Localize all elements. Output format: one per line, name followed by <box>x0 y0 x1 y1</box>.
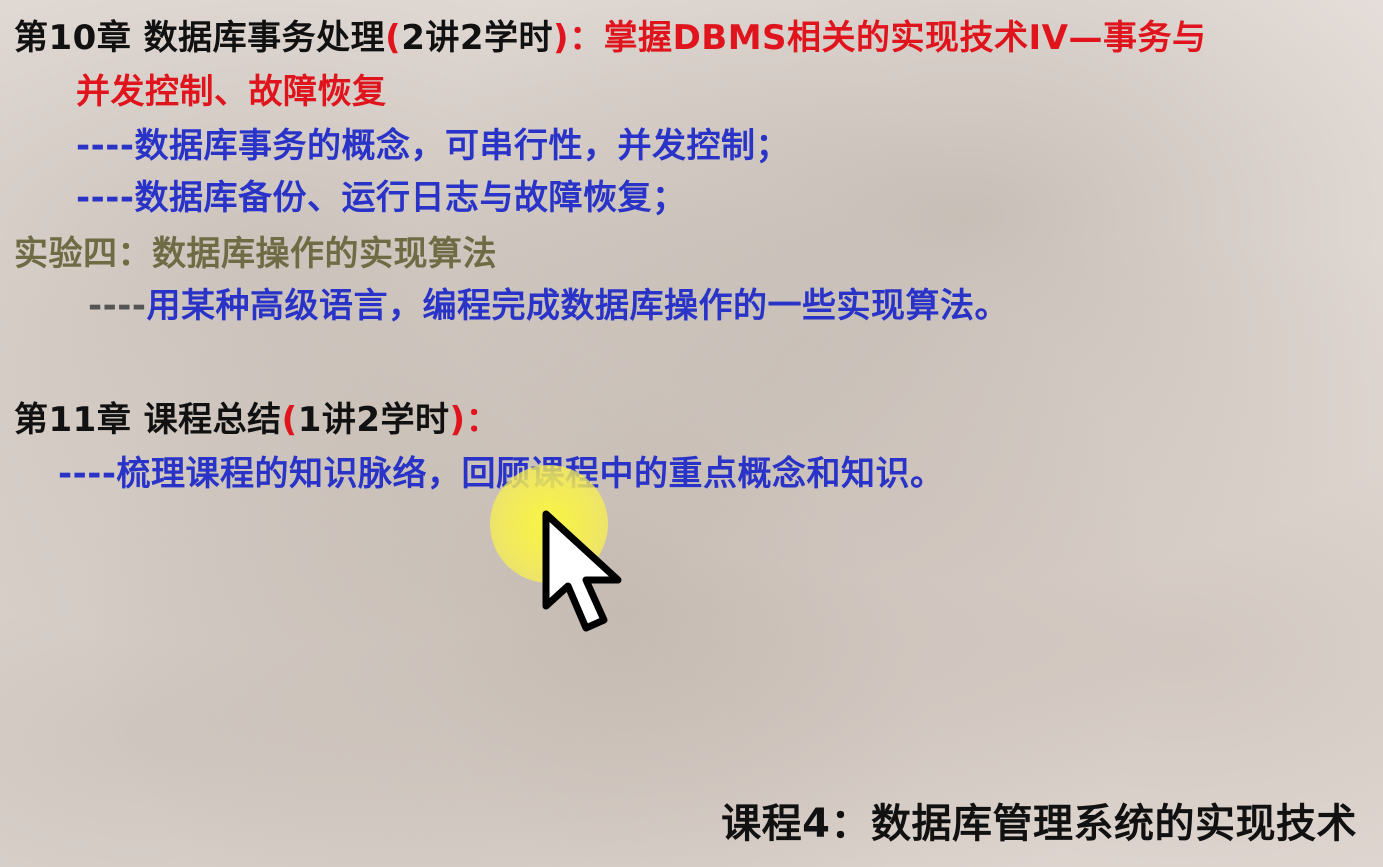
chapter11-paren-open: ( <box>281 400 298 440</box>
chapter10-point-1: ----数据库事务的概念，可串行性，并发控制； <box>76 126 790 166</box>
lecture-slide: 第10章 数据库事务处理(2讲2学时)：掌握DBMS相关的实现技术IV—事务与 … <box>0 0 1383 867</box>
arrow-cursor-icon <box>542 510 622 632</box>
chapter11-hours: 1讲2学时 <box>297 400 450 440</box>
chapter10-heading: 第10章 数据库事务处理(2讲2学时)：掌握DBMS相关的实现技术IV—事务与 <box>14 16 1207 60</box>
chapter10-paren-open: ( <box>385 18 402 58</box>
course-footer-title: 课程4：数据库管理系统的实现技术 <box>721 801 1357 847</box>
chapter11-heading: 第11章 课程总结(1讲2学时)： <box>14 398 500 442</box>
chapter10-goal: ：掌握DBMS相关的实现技术IV—事务与 <box>569 18 1207 58</box>
lab4-title: 实验四：数据库操作的实现算法 <box>14 234 497 274</box>
lab4-description: 用某种高级语言，编程完成数据库操作的一些实现算法。 <box>146 286 1009 326</box>
chapter10-point-2: ----数据库备份、运行日志与故障恢复； <box>76 178 687 218</box>
lab4-description-line: ----用某种高级语言，编程完成数据库操作的一些实现算法。 <box>88 284 1009 328</box>
chapter10-paren-close: ) <box>553 18 570 58</box>
chapter10-hours: 2讲2学时 <box>401 18 554 58</box>
chapter10-title: 第10章 数据库事务处理 <box>14 18 386 58</box>
chapter11-paren-close: ) <box>449 400 466 440</box>
lab4-dashes: ---- <box>88 286 147 326</box>
chapter11-colon: ： <box>465 400 501 440</box>
chapter10-goal-continued: 并发控制、故障恢复 <box>76 72 387 112</box>
chapter11-title: 第11章 课程总结 <box>14 400 282 440</box>
